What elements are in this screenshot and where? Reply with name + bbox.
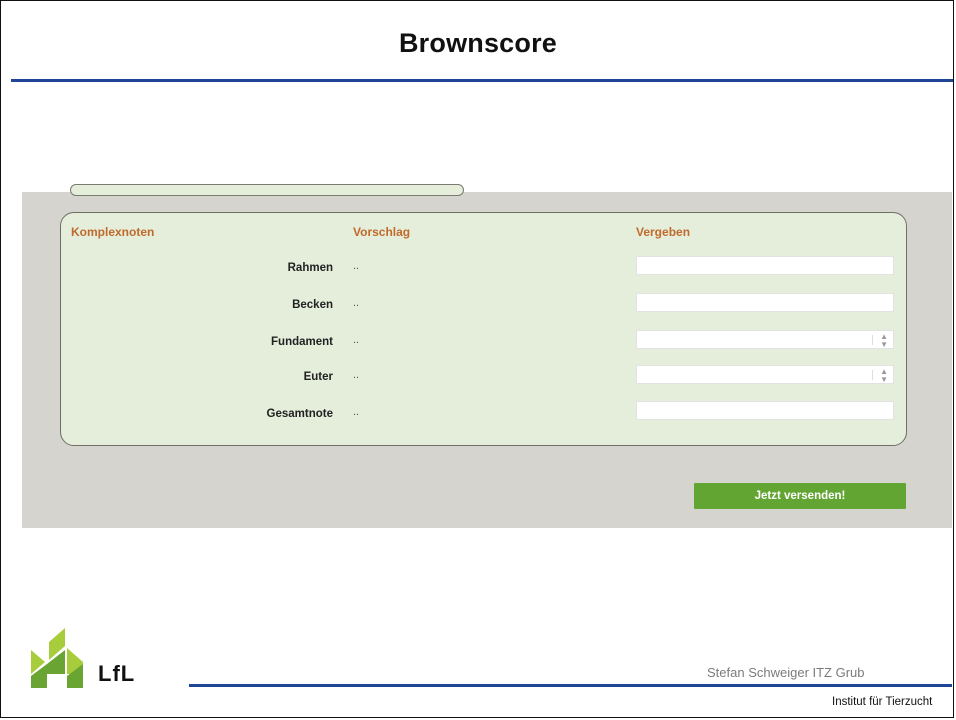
footer-divider (189, 684, 952, 687)
label-rahmen: Rahmen (287, 262, 333, 274)
label-gesamtnote: Gesamtnote (266, 408, 333, 420)
label-becken: Becken (292, 299, 333, 311)
input-becken[interactable] (636, 293, 894, 312)
label-fundament: Fundament (271, 336, 333, 348)
komplexnoten-card: Komplexnoten Vorschlag Vergeben Rahmen .… (60, 212, 907, 446)
suggestion-gesamtnote: .. (353, 406, 360, 418)
select-separator (872, 335, 873, 345)
previous-card-edge (70, 184, 464, 196)
suggestion-becken: .. (353, 297, 360, 309)
suggestion-euter: .. (353, 369, 360, 381)
header-vergeben: Vergeben (636, 225, 691, 239)
header-komplexnoten: Komplexnoten (71, 225, 155, 239)
select-fundament[interactable]: ▲ ▼ (636, 330, 894, 349)
submit-button[interactable]: Jetzt versenden! (694, 483, 906, 509)
select-euter[interactable]: ▲ ▼ (636, 365, 894, 384)
select-separator (872, 370, 873, 380)
slide-title: Brownscore (398, 28, 558, 58)
header-vorschlag: Vorschlag (353, 225, 411, 239)
input-gesamtnote[interactable] (636, 401, 894, 420)
label-euter: Euter (303, 371, 333, 383)
logo-text: LfL (98, 661, 136, 686)
title-divider (11, 79, 953, 82)
suggestion-fundament: .. (353, 334, 360, 346)
footer-institute: Institut für Tierzucht (832, 696, 933, 708)
updown-arrow-icon: ▲ ▼ (880, 367, 888, 384)
updown-arrow-icon: ▲ ▼ (880, 332, 888, 349)
input-rahmen[interactable] (636, 256, 894, 275)
form-panel: Komplexnoten Vorschlag Vergeben Rahmen .… (22, 184, 952, 528)
lfl-logo-icon (31, 628, 83, 688)
footer-author: Stefan Schweiger ITZ Grub (707, 665, 865, 680)
suggestion-rahmen: .. (353, 260, 360, 272)
